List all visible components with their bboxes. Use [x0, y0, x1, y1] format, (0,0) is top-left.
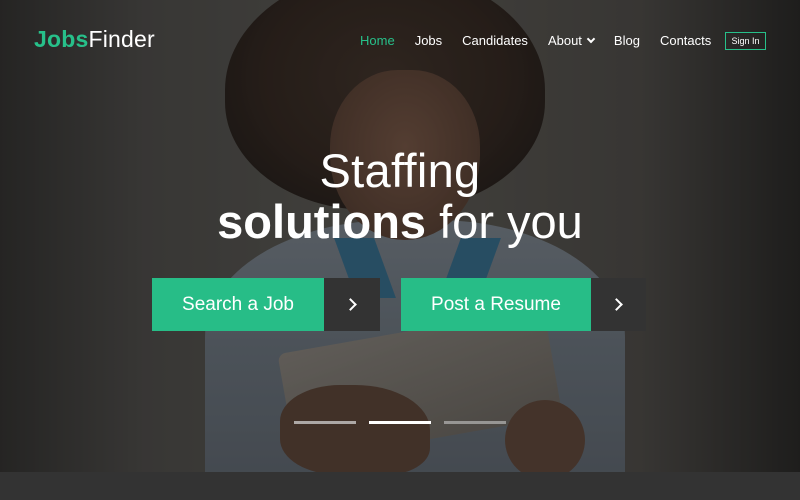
slider-indicators [294, 421, 519, 424]
nav-item-jobs[interactable]: Jobs [415, 33, 442, 48]
nav-item-blog[interactable]: Blog [614, 33, 640, 48]
chevron-right-icon [610, 298, 623, 311]
nav-item-about[interactable]: About [547, 33, 596, 48]
post-resume-arrow[interactable] [591, 278, 646, 331]
section-divider-strip [0, 472, 800, 500]
logo-light: Finder [88, 26, 155, 52]
search-job-arrow[interactable] [324, 278, 380, 331]
logo-bold: Jobs [34, 26, 89, 52]
post-resume-button[interactable]: Post a Resume [401, 278, 646, 331]
sign-in-button[interactable]: Sign In [725, 32, 766, 50]
nav-item-home[interactable]: Home [360, 33, 395, 48]
post-resume-label: Post a Resume [401, 278, 591, 331]
hero-title-line1: Staffing [319, 144, 481, 197]
slider-indicator-1[interactable] [294, 421, 356, 424]
chevron-down-icon [586, 34, 596, 44]
slider-indicator-2-active[interactable] [369, 421, 431, 424]
hero-title-light: for you [426, 195, 583, 248]
hero-title-line2: solutions for you [0, 194, 800, 249]
chevron-right-icon [343, 298, 357, 311]
nav-item-about-label: About [547, 33, 582, 48]
nav-item-candidates[interactable]: Candidates [462, 33, 528, 48]
nav-item-contacts[interactable]: Contacts [660, 33, 711, 48]
slider-indicator-3[interactable] [444, 421, 506, 424]
main-nav: Home Jobs Candidates About Blog Contacts [360, 33, 731, 48]
search-job-button[interactable]: Search a Job [152, 278, 380, 331]
hero-title-bold: solutions [217, 195, 427, 248]
search-job-label: Search a Job [152, 278, 324, 331]
logo[interactable]: JobsFinder [34, 26, 155, 53]
